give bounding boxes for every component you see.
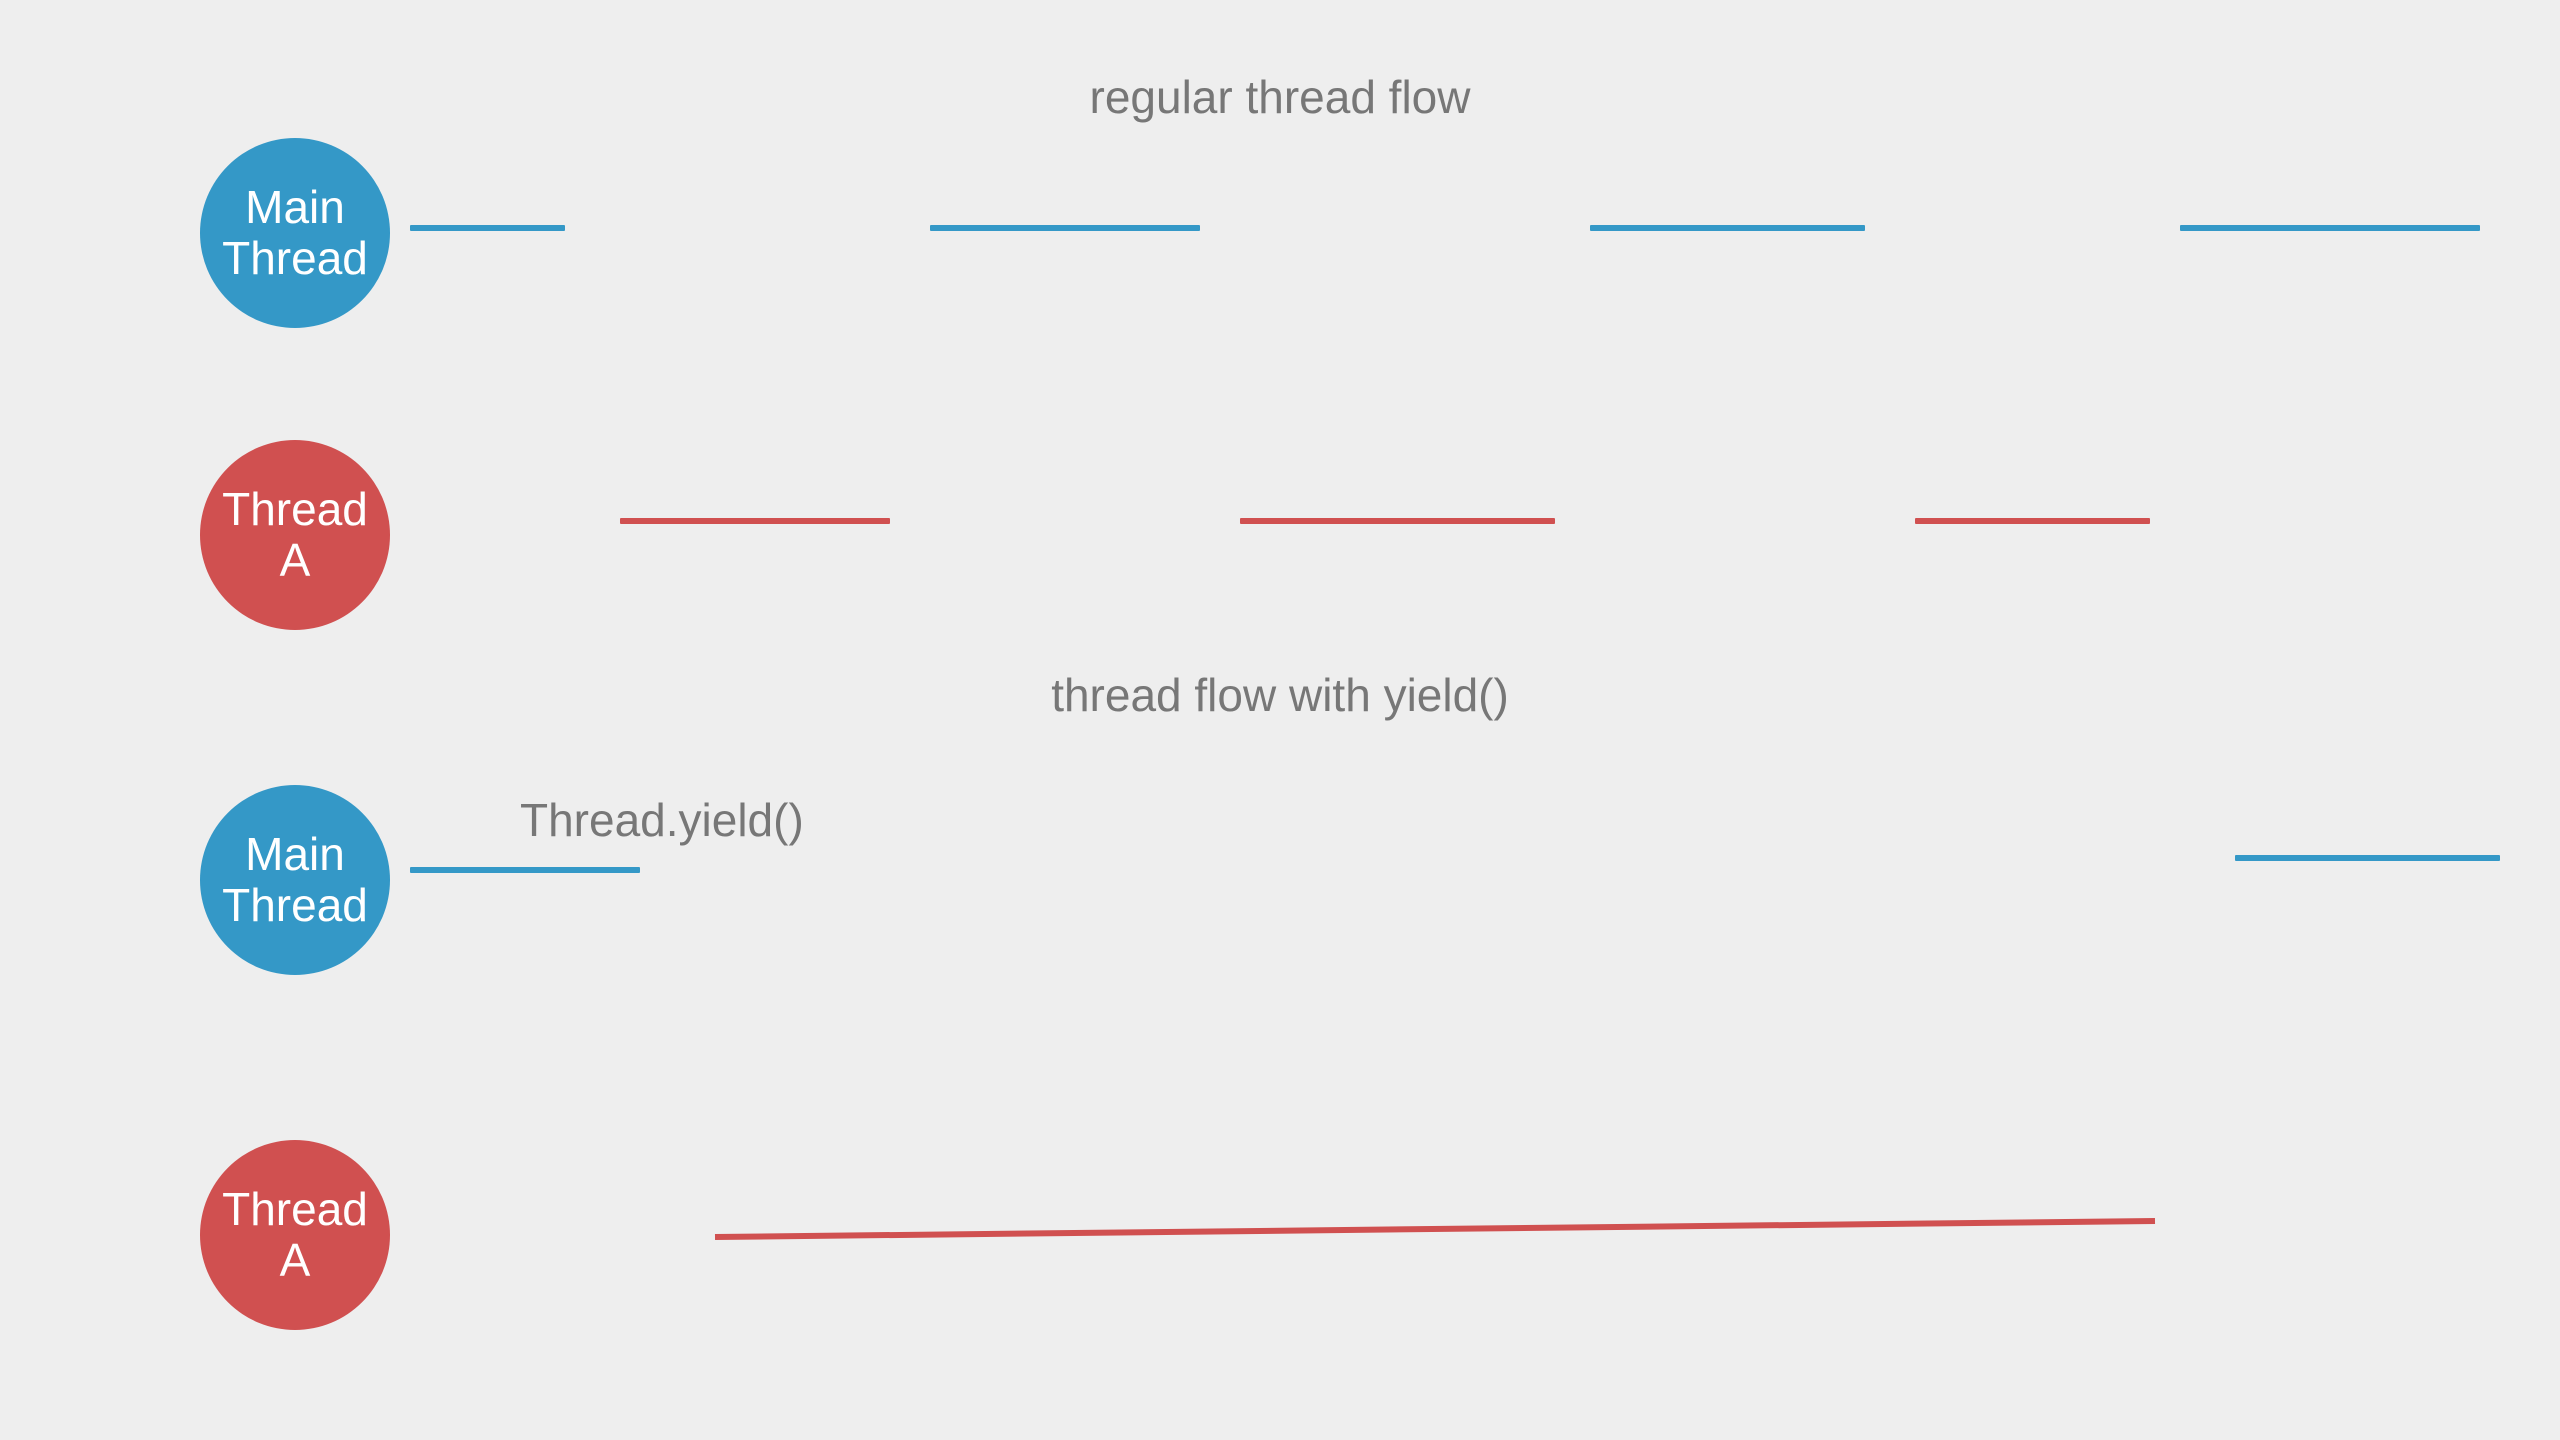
segment-main1-0 [410, 225, 565, 231]
node-main-thread-1: Main Thread [200, 138, 390, 328]
node-main-thread-2: Main Thread [200, 785, 390, 975]
annotation-thread-yield: Thread.yield() [520, 793, 804, 847]
title-regular: regular thread flow [0, 70, 2560, 124]
segment-main1-1 [930, 225, 1200, 231]
node-label-line1: Thread [222, 1184, 368, 1235]
segment-main2-1 [2235, 855, 2500, 861]
title-yield: thread flow with yield() [0, 668, 2560, 722]
node-label-line2: Thread [222, 233, 368, 284]
node-thread-a-2: Thread A [200, 1140, 390, 1330]
node-label-line2: Thread [222, 880, 368, 931]
segment-main1-3 [2180, 225, 2480, 231]
node-label-line1: Main [245, 829, 345, 880]
node-label-line1: Thread [222, 484, 368, 535]
segment-main2-0 [410, 867, 640, 873]
segment-main1-2 [1590, 225, 1865, 231]
node-thread-a-1: Thread A [200, 440, 390, 630]
node-label-line1: Main [245, 182, 345, 233]
segment-threadA2-0 [715, 1215, 2155, 1245]
segment-threadA1-0 [620, 518, 890, 524]
node-label-line2: A [280, 1235, 311, 1286]
segment-threadA1-2 [1915, 518, 2150, 524]
segment-threadA1-1 [1240, 518, 1555, 524]
node-label-line2: A [280, 535, 311, 586]
